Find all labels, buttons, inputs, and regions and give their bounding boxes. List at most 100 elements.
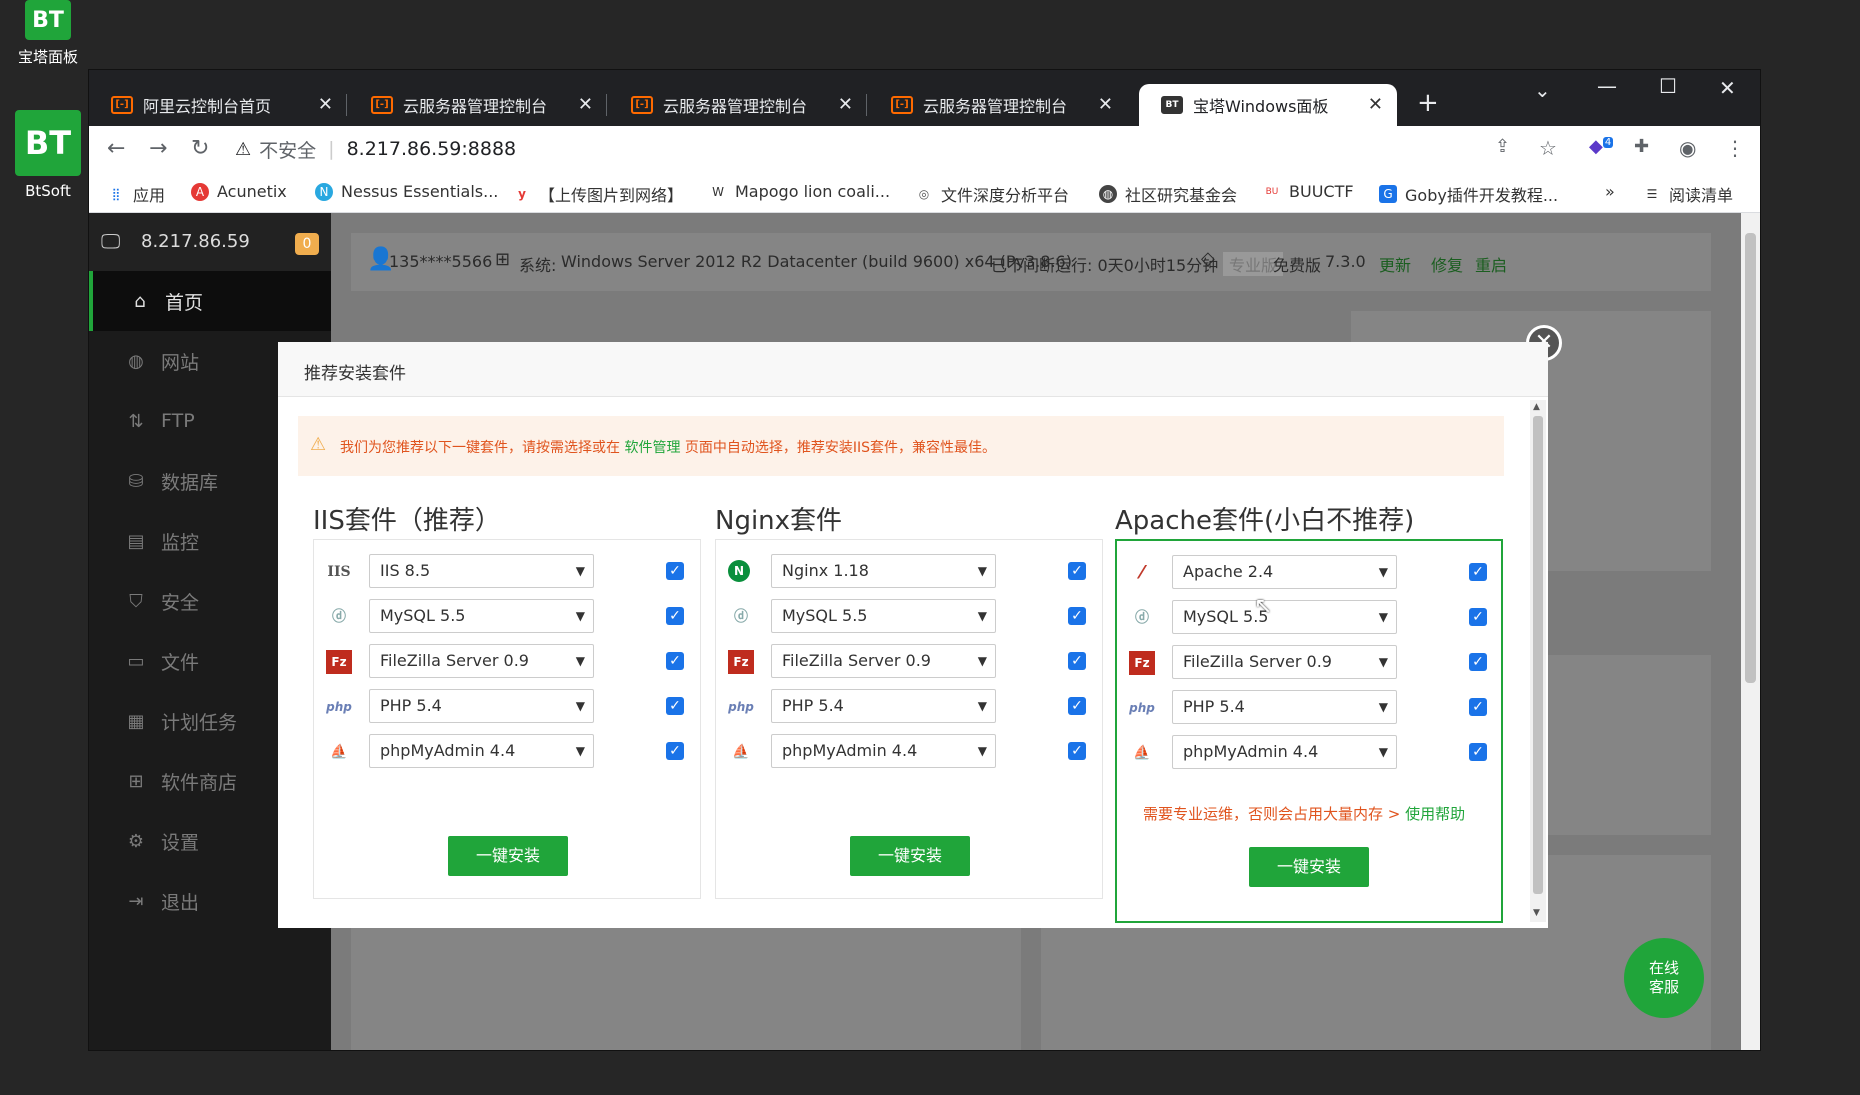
apache-suite-panel[interactable]: ⁄ Apache 2.4 ▼ ✓ ⓓ MySQL 5.5 ▼ ✓ Fz FileZilla S… [1115, 539, 1503, 923]
close-icon[interactable]: ✕ [578, 94, 593, 115]
page-scrollbar-thumb[interactable] [1745, 233, 1756, 683]
close-window-button[interactable]: ✕ [1719, 76, 1736, 100]
select-value: FileZilla Server 0.9 [782, 651, 931, 670]
sidebar-item-label: 文件 [161, 651, 200, 674]
tab-search-icon[interactable]: ⌄ [1534, 78, 1551, 102]
scroll-down-icon[interactable]: ▼ [1533, 908, 1540, 918]
desktop-icon-bt-panel[interactable]: BT 宝塔面板 [10, 0, 86, 67]
mysql-version-select[interactable]: MySQL 5.5 ▼ [771, 599, 996, 633]
bookmark-file-analysis[interactable]: ◎ 文件深度分析平台 [915, 182, 1069, 206]
apache-version-select[interactable]: Apache 2.4 ▼ [1172, 555, 1397, 589]
php-version-select[interactable]: PHP 5.4 ▼ [771, 689, 996, 723]
bookmark-goby[interactable]: G Goby插件开发教程... [1379, 182, 1558, 206]
notification-badge[interactable]: 0 [295, 233, 319, 255]
modal-title: 推荐安装套件 [304, 364, 406, 384]
reload-icon[interactable]: ↻ [191, 136, 209, 161]
bookmark-buuctf[interactable]: BU BUUCTF [1263, 182, 1354, 201]
restart-link[interactable]: 重启 [1475, 252, 1507, 276]
php-version-select[interactable]: PHP 5.4 ▼ [369, 689, 594, 723]
update-link[interactable]: 更新 [1379, 252, 1411, 276]
maximize-button[interactable]: ☐ [1659, 74, 1677, 98]
tab-ecs-console-3[interactable]: [-] 云服务器管理控制台 ✕ [869, 84, 1127, 126]
nginx-install-button[interactable]: 一键安装 [850, 836, 970, 876]
bookmarks-overflow[interactable]: » [1605, 182, 1615, 201]
bookmark-mapogo[interactable]: W Mapogo lion coali... [709, 182, 890, 201]
mysql-checkbox[interactable]: ✓ [1068, 607, 1086, 625]
tab-label: 云服务器管理控制台 [923, 97, 1068, 116]
address-bar[interactable]: ⚠ 不安全 | 8.217.86.59:8888 [235, 132, 1615, 166]
filezilla-checkbox[interactable]: ✓ [1469, 653, 1487, 671]
reading-list[interactable]: ☰ 阅读清单 [1643, 182, 1733, 206]
repair-link[interactable]: 修复 [1431, 252, 1463, 276]
profile-icon[interactable]: ◉ [1679, 136, 1696, 160]
mysql-checkbox[interactable]: ✓ [1469, 608, 1487, 626]
phpmyadmin-version-select[interactable]: phpMyAdmin 4.4 ▼ [1172, 735, 1397, 769]
phpmyadmin-version-select[interactable]: phpMyAdmin 4.4 ▼ [369, 734, 594, 768]
online-service-button[interactable]: 在线 客服 [1624, 938, 1704, 1018]
php-checkbox[interactable]: ✓ [1068, 697, 1086, 715]
desktop-icon-btsoft[interactable]: BT BtSoft [10, 110, 86, 200]
sidebar-item-home[interactable]: ⌂ 首页 [89, 271, 331, 331]
bookmark-star-icon[interactable]: ☆ [1539, 136, 1557, 160]
tab-ecs-console-2[interactable]: [-] 云服务器管理控制台 ✕ [609, 84, 867, 126]
filezilla-version-select[interactable]: FileZilla Server 0.9 ▼ [369, 644, 594, 678]
tab-bt-windows-panel[interactable]: BT 宝塔Windows面板 ✕ [1139, 84, 1397, 126]
chart-icon: ▤ [127, 530, 145, 552]
iis-version-select[interactable]: IIS 8.5 ▼ [369, 554, 594, 588]
fab-line-2: 客服 [1648, 978, 1679, 996]
mysql-version-select[interactable]: MySQL 5.5 ▼ [369, 599, 594, 633]
php-version-select[interactable]: PHP 5.4 ▼ [1172, 690, 1397, 724]
tab-ecs-console-1[interactable]: [-] 云服务器管理控制台 ✕ [349, 84, 607, 126]
new-tab-button[interactable]: + [1417, 88, 1439, 118]
extension-icon[interactable]: ◆ 4 [1589, 136, 1614, 157]
share-icon[interactable]: ⇪ [1495, 136, 1510, 157]
apache-install-button[interactable]: 一键安装 [1249, 847, 1369, 887]
chevron-down-icon: ▼ [1378, 655, 1388, 669]
help-link[interactable]: 使用帮助 [1405, 805, 1465, 823]
diamond-icon: ◇ [1201, 248, 1215, 269]
close-icon[interactable]: ✕ [1368, 94, 1383, 115]
php-checkbox[interactable]: ✓ [1469, 698, 1487, 716]
bookmark-upload-image[interactable]: y 【上传图片到网络】 [513, 182, 683, 206]
close-icon[interactable]: ✕ [1098, 94, 1113, 115]
select-value: Apache 2.4 [1183, 562, 1274, 581]
menu-icon[interactable]: ⋮ [1725, 136, 1745, 160]
bookmark-community-fund[interactable]: ◍ 社区研究基金会 [1099, 182, 1237, 206]
page-scrollbar[interactable] [1741, 213, 1760, 1050]
filezilla-version-select[interactable]: FileZilla Server 0.9 ▼ [771, 644, 996, 678]
phpmyadmin-checkbox[interactable]: ✓ [1469, 743, 1487, 761]
mysql-checkbox[interactable]: ✓ [666, 607, 684, 625]
iis-checkbox[interactable]: ✓ [666, 562, 684, 580]
bookmark-label: Mapogo lion coali... [735, 182, 891, 201]
tab-label: 云服务器管理控制台 [403, 97, 548, 116]
nginx-checkbox[interactable]: ✓ [1068, 562, 1086, 580]
modal-scrollbar-thumb[interactable] [1533, 416, 1543, 894]
notice-prefix: 我们为您推荐以下一键套件，请按需选择或在 [340, 440, 620, 456]
back-icon[interactable]: ← [107, 136, 125, 161]
filezilla-checkbox[interactable]: ✓ [1068, 652, 1086, 670]
minimize-button[interactable]: — [1597, 74, 1617, 98]
php-checkbox[interactable]: ✓ [666, 697, 684, 715]
apache-checkbox[interactable]: ✓ [1469, 563, 1487, 581]
scroll-up-icon[interactable]: ▲ [1533, 402, 1540, 412]
filezilla-version-select[interactable]: FileZilla Server 0.9 ▼ [1172, 645, 1397, 679]
phpmyadmin-version-select[interactable]: phpMyAdmin 4.4 ▼ [771, 734, 996, 768]
bookmark-acunetix[interactable]: A Acunetix [191, 182, 287, 201]
nginx-version-select[interactable]: Nginx 1.18 ▼ [771, 554, 996, 588]
software-manage-link[interactable]: 软件管理 [624, 440, 680, 456]
modal-scrollbar[interactable]: ▲ ▼ [1530, 400, 1546, 922]
sidebar-item-label: 首页 [165, 291, 204, 314]
close-icon[interactable]: ✕ [318, 94, 333, 115]
select-value: MySQL 5.5 [782, 606, 868, 625]
iis-install-button[interactable]: 一键安装 [448, 836, 568, 876]
phpmyadmin-checkbox[interactable]: ✓ [1068, 742, 1086, 760]
filezilla-checkbox[interactable]: ✓ [666, 652, 684, 670]
phpmyadmin-checkbox[interactable]: ✓ [666, 742, 684, 760]
forward-icon[interactable]: → [149, 136, 167, 161]
puzzle-icon[interactable]: ✚ [1634, 136, 1649, 157]
tab-aliyun-console[interactable]: [-] 阿里云控制台首页 ✕ [89, 84, 347, 126]
bookmark-nessus[interactable]: N Nessus Essentials... [315, 182, 498, 201]
mysql-version-select[interactable]: MySQL 5.5 ▼ [1172, 600, 1397, 634]
close-icon[interactable]: ✕ [838, 94, 853, 115]
bookmark-apps[interactable]: ⣿ 应用 [107, 182, 165, 206]
